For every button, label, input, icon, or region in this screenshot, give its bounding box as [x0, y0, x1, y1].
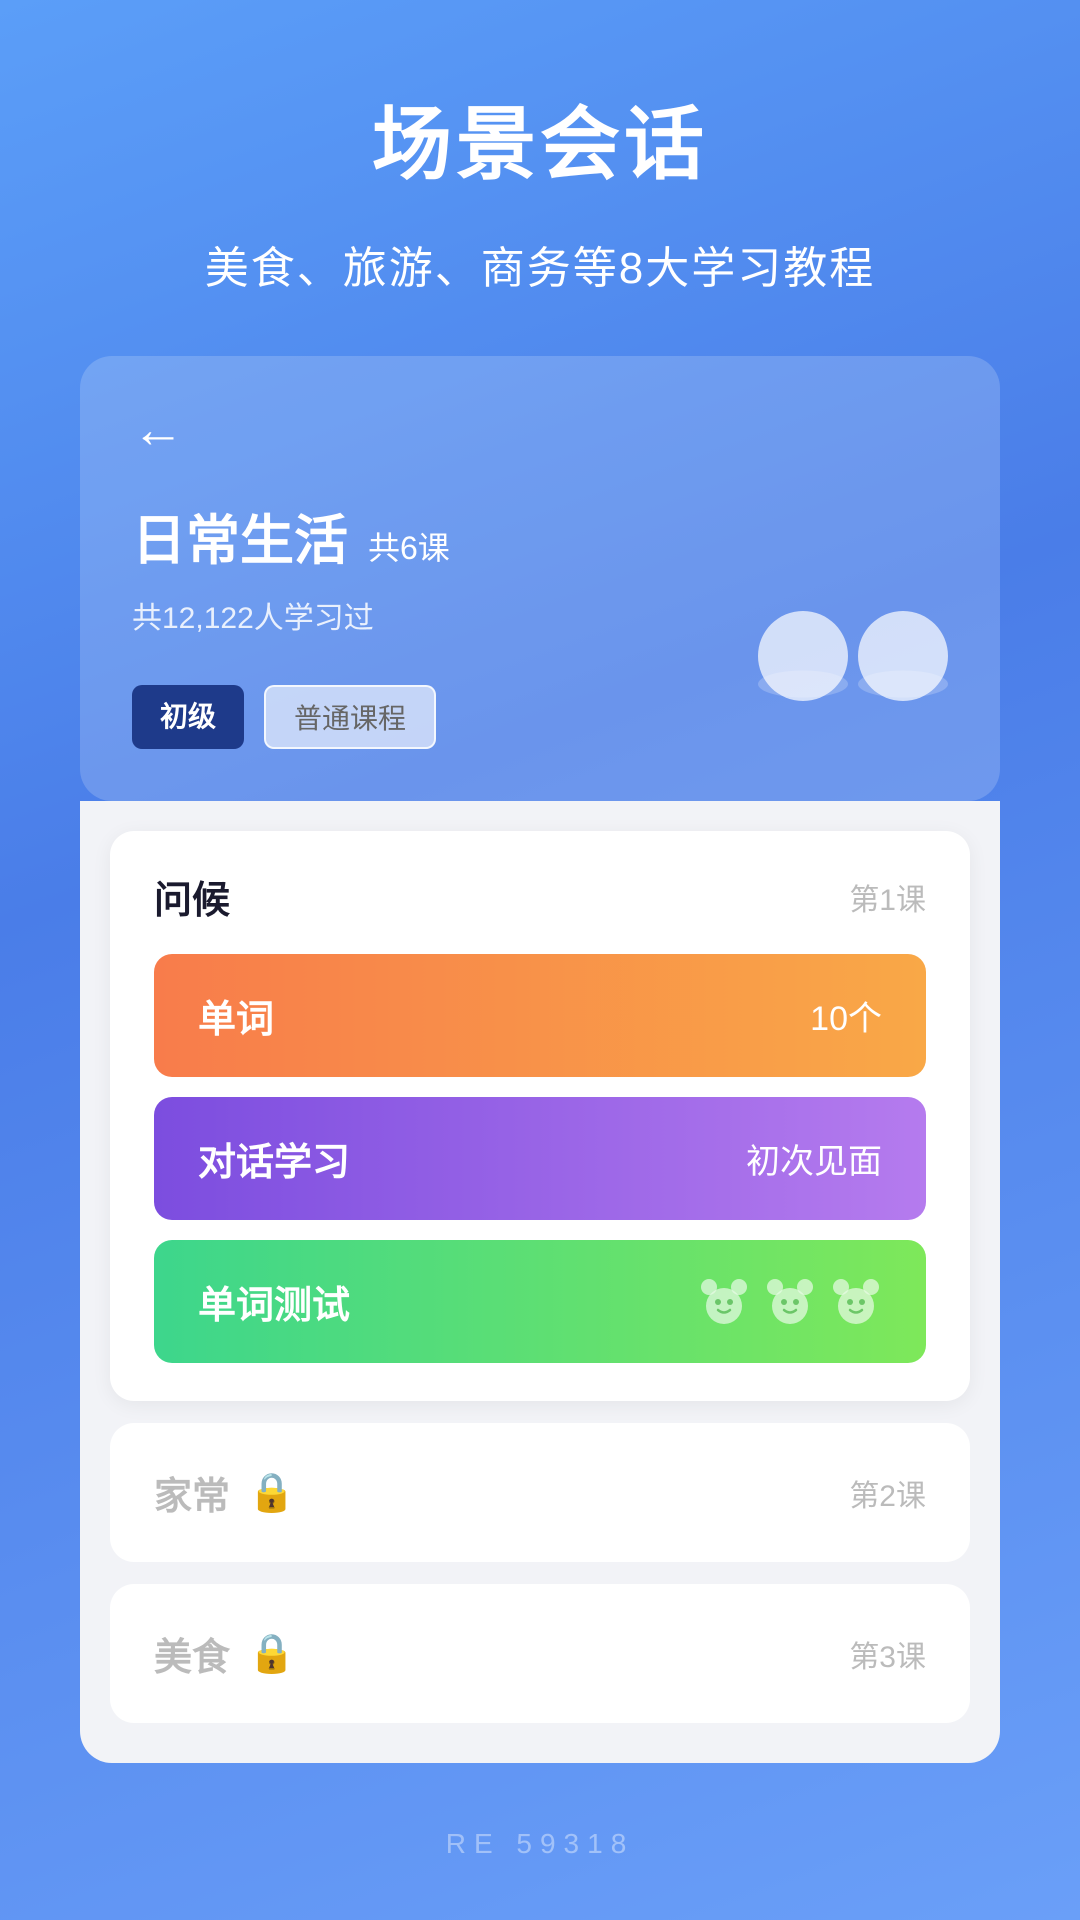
- lock-icon-3: 🔒: [248, 1632, 295, 1676]
- vocab-label: 单词: [198, 988, 274, 1043]
- watermark: RE 59318: [446, 1828, 635, 1860]
- page-subtitle: 美食、旅游、商务等8大学习教程: [205, 232, 875, 296]
- course-title-row: 日常生活 共6课: [132, 496, 948, 575]
- lesson-locked-left-3: 美食 🔒: [154, 1626, 295, 1681]
- sub-item-vocab[interactable]: 单词 10个: [154, 954, 926, 1077]
- tag-level[interactable]: 初级: [132, 685, 244, 749]
- vocab-value: 10个: [810, 991, 882, 1040]
- bear-icon-2: [764, 1276, 816, 1328]
- lesson-locked-left-2: 家常 🔒: [154, 1465, 295, 1520]
- lock-icon-2: 🔒: [248, 1471, 295, 1515]
- back-button[interactable]: ←: [132, 404, 948, 456]
- page-wrapper: 场景会话 美食、旅游、商务等8大学习教程 ← 日常生活 共6课 共12,122人…: [0, 0, 1080, 1920]
- lesson-name-2: 家常: [154, 1465, 230, 1520]
- bear-icon-3: [830, 1276, 882, 1328]
- lesson-header-1: 问候 第1课: [154, 869, 926, 924]
- bear-icons: [698, 1276, 882, 1328]
- deco-reflection: [758, 671, 948, 698]
- sub-item-test[interactable]: 单词测试: [154, 1240, 926, 1363]
- sub-items-1: 单词 10个 对话学习 初次见面 单词测试: [154, 954, 926, 1363]
- lesson-item-3: 美食 🔒 第3课: [110, 1584, 970, 1723]
- dialog-label: 对话学习: [198, 1131, 350, 1186]
- course-title: 日常生活: [132, 496, 348, 575]
- decoration: [758, 611, 948, 701]
- sub-item-dialog[interactable]: 对话学习 初次见面: [154, 1097, 926, 1220]
- lessons-container: 问候 第1课 单词 10个 对话学习 初次见面 单词测试: [80, 801, 1000, 1763]
- lesson-name-1: 问候: [154, 869, 230, 924]
- bear-icon-1: [698, 1276, 750, 1328]
- lesson-number-3: 第3课: [849, 1632, 926, 1676]
- tag-type[interactable]: 普通课程: [264, 685, 436, 749]
- test-label: 单词测试: [198, 1274, 350, 1329]
- page-title: 场景会话: [372, 80, 708, 196]
- course-lesson-count: 共6课: [368, 523, 450, 569]
- lesson-number-2: 第2课: [849, 1471, 926, 1515]
- lesson-number-1: 第1课: [849, 875, 926, 919]
- back-arrow-icon: ←: [132, 404, 184, 456]
- lesson-name-3: 美食: [154, 1626, 230, 1681]
- lesson-item-1[interactable]: 问候 第1课 单词 10个 对话学习 初次见面 单词测试: [110, 831, 970, 1401]
- lesson-item-2: 家常 🔒 第2课: [110, 1423, 970, 1562]
- course-card: ← 日常生活 共6课 共12,122人学习过 初级 普通课程: [80, 356, 1000, 801]
- dialog-value: 初次见面: [746, 1134, 882, 1183]
